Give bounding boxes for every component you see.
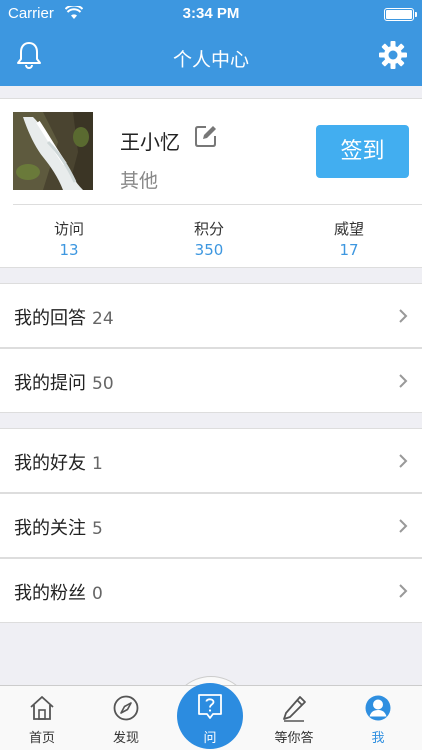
stat-visits[interactable]: 访问 13 bbox=[29, 218, 109, 259]
stat-label: 威望 bbox=[333, 220, 364, 238]
profile-card: 王小忆 其他 签到 访问 13 积分 350 威望 17 bbox=[0, 98, 422, 268]
menu-count: 0 bbox=[92, 584, 103, 604]
ask-button-inner[interactable]: 问 bbox=[177, 683, 243, 749]
chevron-right-icon bbox=[399, 454, 408, 468]
menu-label: 我的回答 bbox=[14, 308, 86, 329]
menu-item-followers[interactable]: 我的粉丝 0 bbox=[0, 558, 422, 623]
home-icon bbox=[30, 696, 54, 720]
username: 王小忆 bbox=[120, 130, 180, 154]
tab-label: 问 bbox=[203, 731, 217, 746]
stat-points[interactable]: 积分 350 bbox=[169, 218, 249, 259]
header: Carrier 3:34 PM 个人中心 bbox=[0, 0, 422, 86]
chevron-right-icon bbox=[399, 374, 408, 388]
compass-icon bbox=[113, 695, 139, 721]
menu-count: 1 bbox=[92, 454, 103, 474]
edit-icon[interactable] bbox=[194, 124, 218, 148]
chevron-right-icon bbox=[399, 519, 408, 533]
tab-discover[interactable]: 发现 bbox=[84, 686, 168, 750]
menu-label: 我的提问 bbox=[14, 373, 86, 394]
stat-value: 350 bbox=[194, 241, 224, 259]
menu-count: 50 bbox=[92, 374, 114, 394]
menu-item-questions[interactable]: 我的提问 50 bbox=[0, 348, 422, 413]
tab-home[interactable]: 首页 bbox=[0, 686, 84, 750]
battery-icon bbox=[384, 8, 417, 21]
chevron-right-icon bbox=[399, 584, 408, 598]
tab-label: 等你答 bbox=[274, 731, 314, 746]
tab-me[interactable]: 我 bbox=[336, 686, 420, 750]
user-icon bbox=[365, 695, 391, 721]
stat-label: 访问 bbox=[53, 220, 84, 238]
tab-label: 我 bbox=[371, 731, 385, 746]
stat-value: 17 bbox=[339, 241, 359, 259]
chevron-right-icon bbox=[399, 309, 408, 323]
tab-label: 首页 bbox=[28, 731, 55, 746]
menu-label: 我的粉丝 bbox=[14, 583, 86, 604]
checkin-button[interactable]: 签到 bbox=[316, 125, 409, 178]
stat-prestige[interactable]: 威望 17 bbox=[309, 218, 389, 259]
status-time: 3:34 PM bbox=[182, 5, 240, 22]
stat-value: 13 bbox=[59, 241, 79, 259]
avatar[interactable] bbox=[13, 112, 93, 190]
status-bar: Carrier 3:34 PM bbox=[0, 0, 422, 28]
ask-button[interactable]: 问 bbox=[170, 676, 252, 750]
menu-count: 24 bbox=[92, 309, 114, 329]
menu-label: 我的好友 bbox=[14, 453, 86, 474]
divider bbox=[13, 204, 422, 205]
menu-label: 我的关注 bbox=[14, 518, 86, 539]
tab-label: 发现 bbox=[112, 731, 139, 746]
pen-icon bbox=[283, 696, 306, 722]
menu-item-answers[interactable]: 我的回答 24 bbox=[0, 283, 422, 348]
stat-label: 积分 bbox=[193, 220, 224, 238]
menu-item-friends[interactable]: 我的好友 1 bbox=[0, 428, 422, 493]
menu-item-following[interactable]: 我的关注 5 bbox=[0, 493, 422, 558]
page-title: 个人中心 bbox=[172, 49, 249, 71]
gear-icon[interactable] bbox=[378, 40, 408, 70]
user-role: 其他 bbox=[120, 170, 159, 192]
menu-count: 5 bbox=[92, 519, 103, 539]
tab-waiting[interactable]: 等你答 bbox=[252, 686, 336, 750]
question-icon bbox=[198, 694, 222, 719]
